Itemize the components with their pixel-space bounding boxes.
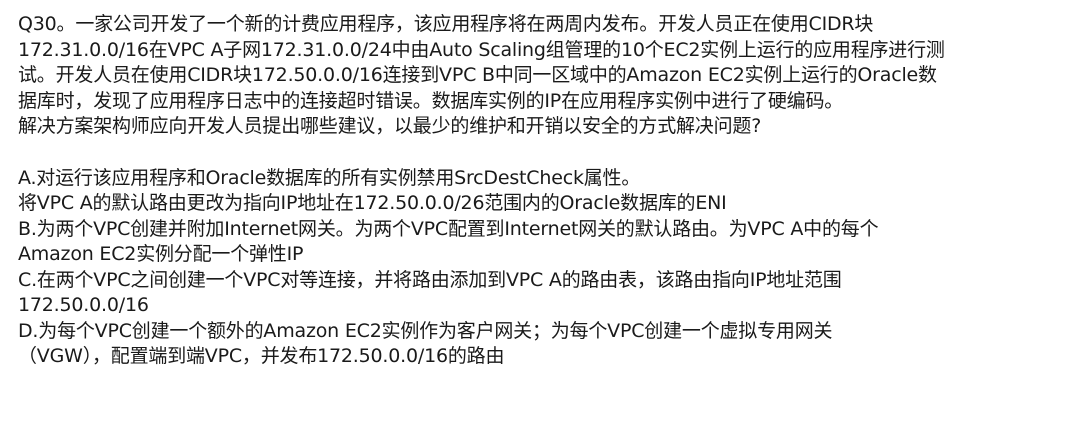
option-a-line: 将VPC A的默认路由更改为指向IP地址在172.50.0.0/26范围内的Or…: [18, 192, 727, 214]
option-b-line: B.为两个VPC创建并附加Internet网关。为两个VPC配置到Interne…: [18, 217, 879, 240]
option-c-line: C.在两个VPC之间创建一个VPC对等连接，并将路由添加到VPC A的路由表，该…: [18, 268, 842, 291]
question-line: 据库时，发现了应用程序日志中的连接超时错误。数据库实例的IP在应用程序实例中进行…: [18, 89, 844, 112]
question-line: Q30。一家公司开发了一个新的计费应用程序，该应用程序将在两周内发布。开发人员正…: [18, 13, 874, 35]
option-b-line: Amazon EC2实例分配一个弹性IP: [18, 243, 304, 265]
option-a-line: A.对运行该应用程序和Oracle数据库的所有实例禁用SrcDestCheck属…: [18, 166, 641, 189]
question-line: 试。开发人员在使用CIDR块172.50.0.0/16连接到VPC B中同一区域…: [18, 64, 937, 86]
option-d-line: （VGW），配置端到端VPC，并发布172.50.0.0/16的路由: [18, 345, 505, 367]
question-text: Q30。一家公司开发了一个新的计费应用程序，该应用程序将在两周内发布。开发人员正…: [18, 12, 1082, 140]
option-c-line: 172.50.0.0/16: [18, 294, 149, 316]
question-document: Q30。一家公司开发了一个新的计费应用程序，该应用程序将在两周内发布。开发人员正…: [18, 12, 1082, 370]
question-line: 172.31.0.0/16在VPC A子网172.31.0.0/24中由Auto…: [18, 38, 945, 61]
option-d-line: D.为每个VPC创建一个额外的Amazon EC2实例作为客户网关；为每个VPC…: [18, 319, 833, 342]
question-line: 解决方案架构师应向开发人员提出哪些建议，以最少的维护和开销以安全的方式解决问题?: [18, 115, 762, 137]
answer-options: A.对运行该应用程序和Oracle数据库的所有实例禁用SrcDestCheck属…: [18, 166, 1082, 370]
